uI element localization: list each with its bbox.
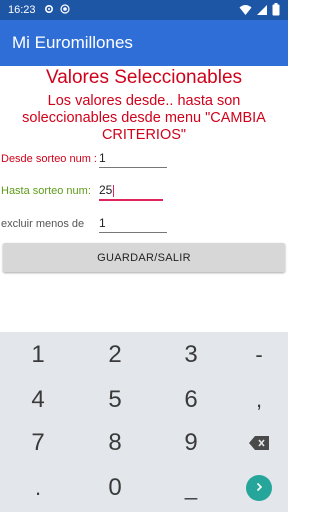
record-icon [59,3,70,17]
backspace-key[interactable] [223,420,295,465]
key-0[interactable]: 0 [79,465,151,510]
save-exit-button[interactable]: GUARDAR/SALIR [3,243,285,272]
key-8[interactable]: 8 [79,420,151,465]
key-underscore[interactable]: _ [155,465,227,510]
app-bar: Mi Euromillones [0,20,288,66]
text-cursor [113,184,115,197]
signal-icon [256,4,268,19]
desde-value: 1 [99,151,106,165]
section-description: Los valores desde.. hasta son solecciona… [22,93,266,143]
go-button[interactable] [246,475,272,501]
battery-icon [272,3,280,19]
app-title: Mi Euromillones [12,33,133,52]
key-comma[interactable]: , [223,377,295,422]
backspace-icon [249,429,269,457]
key-4[interactable]: 4 [2,377,74,422]
key-3[interactable]: 3 [155,332,227,377]
key-period[interactable]: . [2,465,74,510]
key-7[interactable]: 7 [2,420,74,465]
key-2[interactable]: 2 [79,332,151,377]
section-heading: Valores Seleccionables [45,67,243,88]
excluir-value: 1 [99,216,106,230]
settings-icon [44,4,54,17]
hasta-value: 25 [99,183,113,197]
key-5[interactable]: 5 [79,377,151,422]
status-time: 16:23 [8,4,36,16]
key-1[interactable]: 1 [2,332,74,377]
key-6[interactable]: 6 [155,377,227,422]
status-bar: 16:23 [0,0,288,20]
wifi-icon [239,4,252,19]
key-minus[interactable]: - [223,332,295,377]
excluir-input[interactable]: 1 [99,216,167,233]
desde-label: Desde sorteo num : [1,153,97,165]
hasta-input[interactable]: 25 [99,183,163,201]
desde-input[interactable]: 1 [99,151,167,168]
excluir-label: excluir menos de [1,218,85,230]
chevron-right-icon [254,479,264,497]
hasta-label: Hasta sorteo num: [1,185,91,197]
key-9[interactable]: 9 [155,420,227,465]
